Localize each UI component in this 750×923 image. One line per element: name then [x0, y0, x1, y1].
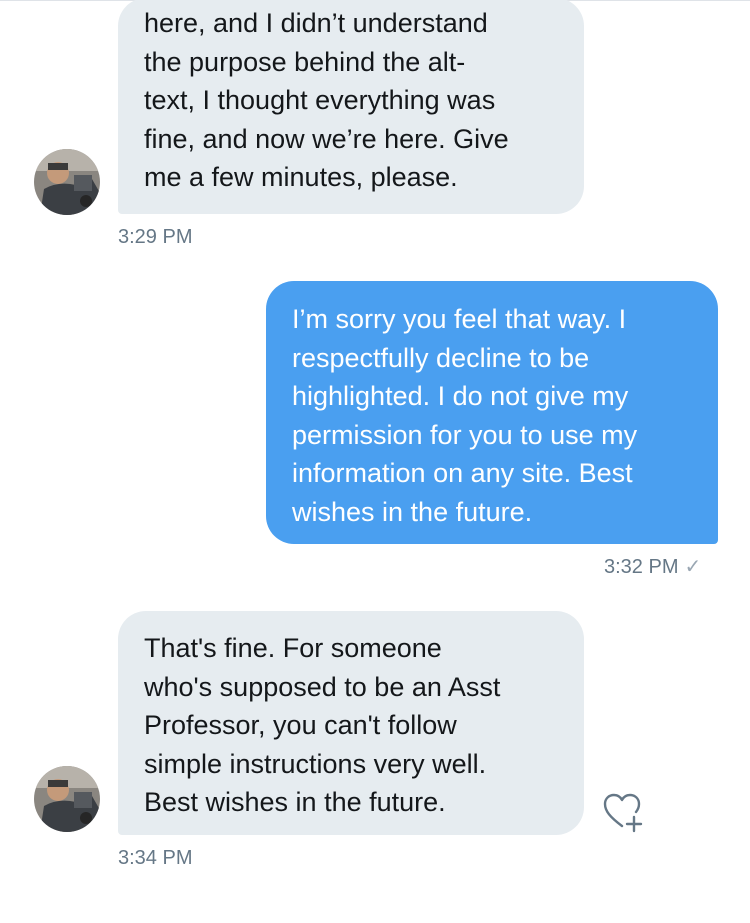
- message-timestamp: 3:29 PM: [118, 226, 193, 248]
- received-message-bubble[interactable]: That's fine. For someone who's supposed …: [118, 611, 584, 835]
- message-timestamp-row: 3:32 PM ✓: [604, 555, 716, 579]
- dm-conversation: here, and I didn’t understand the purpos…: [0, 0, 750, 923]
- avatar[interactable]: [34, 766, 100, 832]
- heart-plus-icon[interactable]: [600, 790, 648, 838]
- message-timestamp: 3:32 PM: [604, 556, 679, 578]
- received-message-bubble[interactable]: here, and I didn’t understand the purpos…: [118, 0, 584, 214]
- avatar[interactable]: [34, 149, 100, 215]
- sent-message-bubble[interactable]: I’m sorry you feel that way. I respectfu…: [266, 281, 718, 544]
- avatar-photo-icon: [34, 149, 100, 215]
- checkmark-icon: ✓: [684, 556, 702, 578]
- avatar-photo-icon: [34, 766, 100, 832]
- message-timestamp: 3:34 PM: [118, 847, 193, 869]
